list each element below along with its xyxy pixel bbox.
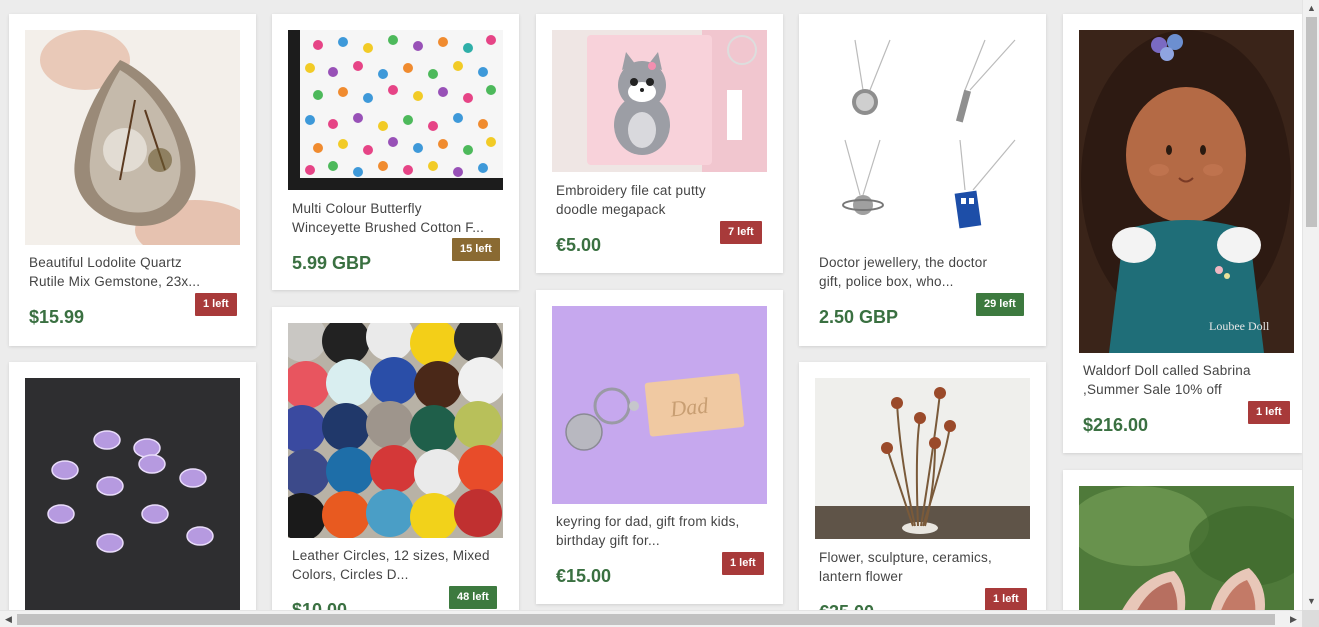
horizontal-scroll-thumb[interactable] <box>17 614 1275 625</box>
product-title-line[interactable]: Rutile Mix Gemstone, 23x... <box>29 272 239 291</box>
product-title-line[interactable]: doodle megapack <box>556 200 766 219</box>
product-title-line[interactable]: Multi Colour Butterfly <box>292 199 502 218</box>
product-image-doctor-jewellery[interactable] <box>815 30 1030 245</box>
product-title-line[interactable]: Doctor jewellery, the doctor <box>819 253 1029 272</box>
product-image-waldorf-doll[interactable]: Loubee Doll <box>1079 30 1294 353</box>
product-title[interactable]: keyring for dad, gift from kids, birthda… <box>556 512 766 550</box>
product-title-line[interactable]: lantern flower <box>819 567 1029 586</box>
vertical-scrollbar[interactable]: ▲ ▼ <box>1302 0 1319 610</box>
keyring-engraving-text: Dad <box>668 393 710 422</box>
scroll-up-arrow-icon[interactable]: ▲ <box>1303 0 1319 17</box>
product-title-line[interactable]: Winceyette Brushed Cotton F... <box>292 218 502 237</box>
product-image-flower-sculpture[interactable] <box>815 378 1030 539</box>
scrollbar-corner <box>1302 610 1319 627</box>
scroll-left-arrow-icon[interactable]: ◀ <box>0 611 17 627</box>
product-title-line[interactable]: Colors, Circles D... <box>292 565 502 584</box>
product-image-butterfly-fabric[interactable] <box>288 30 503 190</box>
product-image-gemstone[interactable] <box>25 30 240 245</box>
product-title-line[interactable]: Waldorf Doll called Sabrina <box>1083 361 1293 380</box>
stock-badge: 29 left <box>976 293 1024 316</box>
product-card[interactable] <box>1063 470 1302 610</box>
product-title-line[interactable]: Leather Circles, 12 sizes, Mixed <box>292 546 502 565</box>
product-image-keyring[interactable]: Dad <box>552 306 767 504</box>
product-title[interactable]: Waldorf Doll called Sabrina ,Summer Sale… <box>1083 361 1293 399</box>
product-card[interactable]: Leather Circles, 12 sizes, Mixed Colors,… <box>272 307 519 610</box>
stock-badge: 15 left <box>452 238 500 261</box>
product-price: €35.00 <box>819 602 874 610</box>
scroll-down-arrow-icon[interactable]: ▼ <box>1303 593 1319 610</box>
product-grid: Beautiful Lodolite Quartz Rutile Mix Gem… <box>0 0 1302 610</box>
stock-badge: 1 left <box>1248 401 1290 424</box>
stock-badge: 48 left <box>449 586 497 609</box>
product-price: €5.00 <box>556 235 602 255</box>
product-image-purple-hippos[interactable] <box>25 378 240 610</box>
product-title[interactable]: Beautiful Lodolite Quartz Rutile Mix Gem… <box>29 253 239 291</box>
product-title-line[interactable]: ,Summer Sale 10% off <box>1083 380 1293 399</box>
product-title[interactable]: Flower, sculpture, ceramics, lantern flo… <box>819 548 1029 586</box>
product-title-line[interactable]: Embroidery file cat putty <box>556 181 766 200</box>
product-price: $216.00 <box>1083 415 1149 435</box>
product-title[interactable]: Doctor jewellery, the doctor gift, polic… <box>819 253 1029 291</box>
product-card[interactable] <box>9 362 256 610</box>
product-card[interactable]: Flower, sculpture, ceramics, lantern flo… <box>799 362 1046 610</box>
product-card[interactable]: Dad keyring for dad, gift from kids, bir… <box>536 290 783 604</box>
product-image-stones[interactable] <box>1079 486 1294 610</box>
vertical-scroll-thumb[interactable] <box>1306 17 1317 227</box>
product-title[interactable]: Leather Circles, 12 sizes, Mixed Colors,… <box>292 546 502 584</box>
product-title-line[interactable]: Flower, sculpture, ceramics, <box>819 548 1029 567</box>
scroll-right-arrow-icon[interactable]: ▶ <box>1285 611 1302 627</box>
product-card[interactable]: Beautiful Lodolite Quartz Rutile Mix Gem… <box>9 14 256 346</box>
doll-watermark-text: Loubee Doll <box>1209 319 1270 333</box>
product-image-leather-circles[interactable] <box>288 323 503 538</box>
product-card[interactable]: Doctor jewellery, the doctor gift, polic… <box>799 14 1046 346</box>
product-card[interactable]: Multi Colour Butterfly Winceyette Brushe… <box>272 14 519 290</box>
product-title[interactable]: Embroidery file cat putty doodle megapac… <box>556 181 766 219</box>
product-price: 2.50 GBP <box>819 307 899 327</box>
stock-badge: 1 left <box>722 552 764 575</box>
horizontal-scrollbar[interactable]: ◀ ▶ <box>0 610 1302 627</box>
product-image-embroidery-cat[interactable] <box>552 30 767 172</box>
product-title-line[interactable]: keyring for dad, gift from kids, <box>556 512 766 531</box>
product-price: €15.00 <box>556 566 612 586</box>
stock-badge: 7 left <box>720 221 762 244</box>
stock-badge: 1 left <box>195 293 237 316</box>
product-title-line[interactable]: gift, police box, who... <box>819 272 1029 291</box>
product-price: 5.99 GBP <box>292 253 372 273</box>
product-title-line[interactable]: birthday gift for... <box>556 531 766 550</box>
product-card[interactable]: Embroidery file cat putty doodle megapac… <box>536 14 783 273</box>
product-card[interactable]: Loubee Doll Waldorf Doll called Sabrina … <box>1063 14 1302 453</box>
product-title-line[interactable]: Beautiful Lodolite Quartz <box>29 253 239 272</box>
product-price: $15.99 <box>29 307 85 327</box>
product-price: $10.00 <box>292 600 348 610</box>
product-title[interactable]: Multi Colour Butterfly Winceyette Brushe… <box>292 199 502 237</box>
stock-badge: 1 left <box>985 588 1027 610</box>
